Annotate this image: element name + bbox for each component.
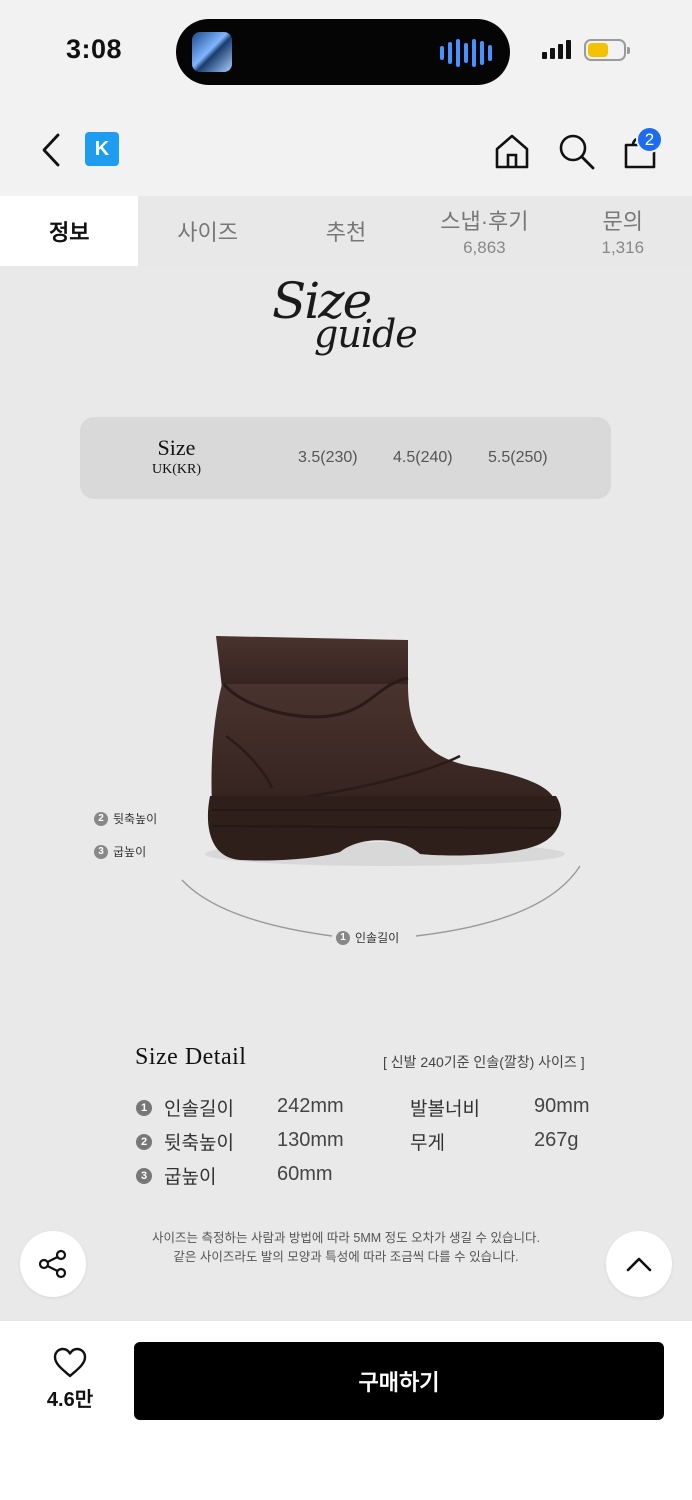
bottom-purchase-bar: 4.6만 구매하기 [0, 1320, 692, 1500]
diagram-label-text: 뒷축높이 [113, 812, 158, 826]
detail-value: 130mm [277, 1129, 344, 1151]
size-table-header: Size UK(KR) [152, 435, 201, 478]
detail-row-sole-height: 3 굽높이 [136, 1162, 216, 1189]
scroll-top-button[interactable] [606, 1231, 672, 1297]
status-time: 3:08 [66, 34, 123, 64]
size-guide-content: Size guide Size UK(KR) 3.5(230) 4.5(240)… [0, 266, 692, 1320]
tab-label: 문의 [602, 209, 643, 234]
detail-value: 90mm [534, 1095, 590, 1117]
shoe-diagram: 2 뒷축높이 3 굽높이 1 인솔길이 [0, 596, 692, 956]
size-detail-note: [ 신발 240기준 인솔(깔창) 사이즈 ] [383, 1054, 585, 1070]
detail-label-ball-width: 발볼너비 [410, 1099, 480, 1120]
size-detail-title: Size Detail [135, 1044, 247, 1070]
size-disclaimer: 사이즈는 측정하는 사람과 방법에 따라 5MM 정도 오차가 생길 수 있습니… [0, 1229, 692, 1267]
tab-count: 6,863 [463, 238, 506, 257]
buy-button[interactable]: 구매하기 [134, 1342, 664, 1420]
size-option: 4.5(240) [393, 449, 453, 466]
detail-value: 267g [534, 1129, 579, 1151]
tab-size[interactable]: 사이즈 [138, 196, 276, 266]
top-nav-bar: K 2 [0, 100, 692, 196]
brand-logo[interactable]: K [85, 132, 119, 166]
tab-info[interactable]: 정보 [0, 196, 139, 266]
diagram-label-sole-height: 3 굽높이 [94, 843, 146, 860]
boot-image [181, 636, 581, 937]
now-playing-app-icon [192, 32, 232, 72]
share-button[interactable] [20, 1231, 86, 1297]
battery-level [588, 43, 609, 57]
like-button[interactable]: 4.6만 [30, 1347, 110, 1412]
home-icon[interactable] [490, 130, 534, 172]
detail-label: 뒷축높이 [164, 1133, 234, 1154]
diagram-label-text: 인솔길이 [355, 931, 400, 945]
heart-icon [53, 1347, 87, 1378]
size-table-title: Size [157, 435, 196, 460]
detail-label: 인솔길이 [164, 1099, 234, 1120]
size-option: 5.5(250) [488, 449, 548, 466]
tab-label: 추천 [325, 220, 367, 245]
size-option: 3.5(230) [298, 449, 358, 466]
detail-label: 굽높이 [164, 1167, 217, 1188]
diagram-label-heel-height: 2 뒷축높이 [94, 810, 157, 827]
disclaimer-line: 같은 사이즈라도 발의 모양과 특성에 따라 조금씩 다를 수 있습니다. [173, 1250, 519, 1264]
detail-value: 60mm [277, 1163, 333, 1185]
size-guide-logo-line2: guide [314, 312, 418, 356]
size-table-subtitle: UK(KR) [152, 462, 201, 477]
detail-row-heel-height: 2 뒷축높이 [136, 1128, 234, 1155]
detail-label-weight: 무게 [410, 1133, 445, 1154]
tab-recommend[interactable]: 추천 [277, 196, 415, 266]
cellular-signal-icon [542, 40, 571, 59]
battery-icon [584, 39, 630, 61]
chevron-up-icon [626, 1257, 652, 1272]
diagram-label-insole-length: 1 인솔길이 [336, 929, 399, 946]
tab-label: 정보 [48, 220, 90, 245]
share-icon [38, 1249, 67, 1279]
back-icon[interactable] [34, 130, 68, 170]
tab-label: 스냅·후기 [440, 209, 529, 234]
tab-label: 사이즈 [177, 220, 238, 245]
tab-count: 1,316 [601, 238, 645, 257]
size-table: Size UK(KR) 3.5(230) 4.5(240) 5.5(250) [80, 417, 611, 499]
detail-row-insole-length: 1 인솔길이 [136, 1094, 234, 1121]
tab-snap-reviews[interactable]: 스냅·후기 6,863 [415, 196, 553, 266]
disclaimer-line: 사이즈는 측정하는 사람과 방법에 따라 5MM 정도 오차가 생길 수 있습니… [152, 1231, 540, 1245]
status-bar: 3:08 [0, 0, 692, 100]
cart-count-badge: 2 [636, 126, 663, 153]
tab-inquiry[interactable]: 문의 1,316 [554, 196, 692, 266]
product-tabs: 정보 사이즈 추천 스냅·후기 6,863 문의 1,316 [0, 196, 692, 266]
diagram-label-text: 굽높이 [113, 845, 147, 859]
audio-waveform-icon [440, 39, 492, 67]
search-icon[interactable] [554, 130, 598, 172]
like-count: 4.6만 [46, 1389, 94, 1411]
dynamic-island[interactable] [176, 19, 510, 85]
detail-value: 242mm [277, 1095, 344, 1117]
